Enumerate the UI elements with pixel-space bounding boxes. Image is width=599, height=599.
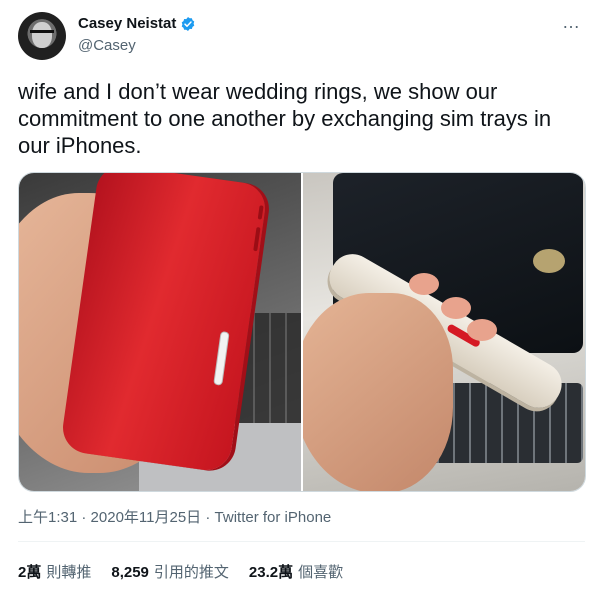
fingernail — [409, 273, 439, 295]
more-options-icon[interactable]: … — [562, 12, 581, 33]
stat-value: 8,259 — [111, 564, 149, 581]
avatar[interactable] — [18, 12, 66, 60]
tweet-stats: 2萬 則轉推 8,259 引用的推文 23.2萬 個喜歡 — [18, 561, 343, 582]
fingernail — [441, 297, 471, 319]
fingernail — [467, 319, 497, 341]
avatar-glasses — [30, 30, 54, 39]
stat-retweets[interactable]: 2萬 則轉推 — [18, 561, 91, 582]
stat-label: 則轉推 — [46, 564, 92, 581]
stat-likes[interactable]: 23.2萬 個喜歡 — [249, 561, 343, 582]
meta-separator: · — [77, 509, 91, 526]
tweet-text: wife and I don’t wear wedding rings, we … — [18, 79, 552, 158]
phone-button — [257, 205, 264, 220]
stat-label: 個喜歡 — [298, 564, 344, 581]
meta-separator: · — [201, 509, 215, 526]
tweet-header: Casey Neistat @Casey … — [18, 12, 585, 60]
stat-value: 23.2萬 — [248, 564, 294, 581]
media-photo-red-iphone[interactable] — [19, 173, 301, 491]
tweet-meta: 上午1:31 · 2020年11月25日 · Twitter for iPhon… — [18, 506, 331, 527]
stat-quote-tweets[interactable]: 8,259 引用的推文 — [111, 561, 229, 582]
tweet-source[interactable]: Twitter for iPhone — [215, 509, 332, 526]
sim-tray-silver — [213, 331, 230, 386]
tweet-media — [18, 172, 586, 492]
hand-shape — [303, 293, 453, 491]
author-handle[interactable]: @Casey — [78, 37, 136, 54]
divider — [18, 541, 585, 542]
tweet-date[interactable]: 2020年11月25日 — [91, 509, 202, 526]
tweet-time[interactable]: 上午1:31 — [18, 509, 77, 526]
verified-badge-icon — [182, 16, 195, 31]
media-photo-white-iphone[interactable] — [303, 173, 585, 491]
screen-reflection — [533, 249, 565, 273]
stat-label: 引用的推文 — [153, 564, 229, 581]
tweet: Casey Neistat @Casey … wife and I don’t … — [0, 0, 599, 599]
author-name-row: Casey Neistat — [78, 15, 196, 32]
stat-value: 2萬 — [18, 564, 42, 581]
author-display-name[interactable]: Casey Neistat — [78, 15, 176, 32]
phone-button — [253, 226, 261, 252]
